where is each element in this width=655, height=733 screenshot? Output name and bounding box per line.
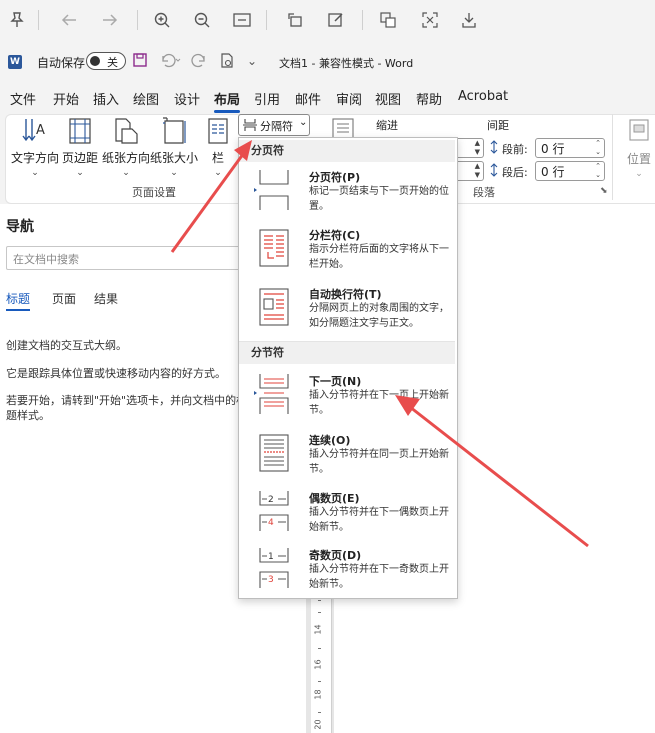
- even-page-section-icon: 24: [258, 491, 290, 531]
- menu-item-text-wrapping-break[interactable]: 自动换行符(T) 分隔网页上的对象周围的文字，如分隔题注文字与正文。: [239, 281, 455, 337]
- spacing-label: 间距: [487, 119, 509, 132]
- section-section-breaks: 分节符: [239, 342, 455, 364]
- spacing-before-input[interactable]: 0 行 ⌃ ⌄: [535, 138, 605, 158]
- svg-text:2: 2: [268, 495, 274, 505]
- tab-help[interactable]: 帮助: [416, 89, 442, 108]
- spacing-before-label: 段前:: [502, 143, 528, 156]
- active-tab-indicator: [214, 110, 240, 113]
- nav-tab-results[interactable]: 结果: [94, 290, 118, 307]
- continuous-section-icon: [258, 433, 290, 473]
- column-break-icon: [258, 228, 290, 268]
- group-paragraph-label: 段落: [473, 186, 495, 199]
- save-icon[interactable]: [133, 53, 147, 70]
- ruler-number: 16: [313, 659, 323, 670]
- svg-text:A: A: [36, 123, 45, 138]
- text-wrapping-icon: [258, 287, 290, 327]
- spacing-before-icon: [489, 140, 499, 157]
- screenshot-icon[interactable]: [418, 8, 442, 32]
- menu-item-continuous[interactable]: 连续(O) 插入分节符并在同一页上开始新节。: [239, 427, 455, 483]
- zoom-in-icon[interactable]: [150, 8, 174, 32]
- navigation-title: 导航: [6, 219, 34, 235]
- odd-page-section-icon: 13: [258, 548, 290, 588]
- menu-item-column-break[interactable]: 分栏符(C) 指示分栏符后面的文字将从下一栏开始。: [239, 222, 455, 278]
- rotate-icon[interactable]: [283, 8, 307, 32]
- menu-item-page-break[interactable]: 分页符(P) 标记一页结束与下一页开始的位置。: [239, 164, 455, 220]
- paper-size-button[interactable]: 纸张大小 ⌄: [150, 117, 198, 178]
- back-arrow-icon[interactable]: [57, 8, 81, 32]
- nav-help-text-2: 它是跟踪具体位置或快速移动内容的好方式。: [6, 367, 226, 380]
- section-page-breaks: 分页符: [239, 140, 455, 162]
- document-title: 文档1 - 兼容性模式 - Word: [279, 57, 414, 70]
- customize-toolbar-icon[interactable]: ⌄: [247, 54, 257, 68]
- svg-text:1: 1: [268, 552, 274, 562]
- translate-icon[interactable]: [376, 8, 400, 32]
- indent-right-input[interactable]: ▲ ▼: [456, 161, 484, 181]
- svg-text:3: 3: [268, 575, 274, 585]
- menu-item-odd-page[interactable]: 13 奇数页(D) 插入分节符并在下一奇数页上开始新节。: [239, 542, 455, 598]
- tab-draw[interactable]: 绘图: [133, 89, 159, 108]
- tab-acrobat[interactable]: Acrobat: [458, 89, 508, 104]
- ruler-number: 18: [313, 689, 323, 700]
- margins-icon: [67, 117, 93, 145]
- menu-item-even-page[interactable]: 24 偶数页(E) 插入分节符并在下一偶数页上开始新节。: [239, 485, 455, 541]
- zoom-out-icon[interactable]: [190, 8, 214, 32]
- position-button[interactable]: 位置 ⌄: [622, 118, 655, 179]
- menu-item-next-page[interactable]: 下一页(N) 插入分节符并在下一页上开始新节。: [239, 368, 455, 424]
- breaks-button[interactable]: 分隔符 ⌄: [238, 114, 310, 136]
- indent-label: 缩进: [376, 119, 398, 132]
- nav-tab-indicator: [6, 309, 30, 311]
- tab-view[interactable]: 视图: [375, 89, 401, 108]
- redo-icon[interactable]: [191, 53, 207, 70]
- chevron-down-icon: ⌄: [299, 117, 308, 128]
- svg-text:4: 4: [268, 518, 274, 528]
- tab-design[interactable]: 设计: [174, 89, 200, 108]
- columns-button[interactable]: 栏 ⌄: [204, 117, 232, 178]
- orientation-icon: [113, 117, 139, 145]
- ruler-number: 20: [313, 719, 323, 730]
- text-direction-icon: A: [22, 117, 48, 145]
- edit-icon[interactable]: [324, 8, 348, 32]
- spacing-after-label: 段后:: [502, 166, 528, 179]
- tab-references[interactable]: 引用: [254, 89, 280, 108]
- margins-button[interactable]: 页边距 ⌄: [62, 117, 98, 178]
- indent-left-input[interactable]: ▲ ▼: [456, 138, 484, 158]
- tab-layout[interactable]: 布局: [214, 89, 240, 108]
- autosave-toggle[interactable]: 关: [86, 52, 126, 70]
- spacing-after-input[interactable]: 0 行 ⌃ ⌄: [535, 161, 605, 181]
- tab-review[interactable]: 审阅: [336, 89, 362, 108]
- forward-arrow-icon[interactable]: [98, 8, 122, 32]
- next-page-section-icon: [254, 374, 290, 414]
- word-app-icon: W: [8, 55, 22, 69]
- download-icon[interactable]: [457, 8, 481, 32]
- fit-page-icon[interactable]: [230, 8, 254, 32]
- autosave-label: 自动保存: [37, 56, 86, 70]
- breaks-dropdown-menu: 分页符 分页符(P) 标记一页结束与下一页开始的位置。 分栏符(C) 指示分栏符…: [238, 137, 458, 599]
- quick-toolbar: [0, 0, 655, 41]
- page-break-icon: [254, 170, 290, 210]
- print-preview-icon[interactable]: [220, 53, 234, 71]
- tab-insert[interactable]: 插入: [93, 89, 119, 108]
- paper-size-icon: [161, 117, 187, 145]
- orientation-button[interactable]: 纸张方向 ⌄: [102, 117, 150, 178]
- undo-icon[interactable]: [160, 53, 181, 70]
- nav-help-text-3: 若要开始，请转到"开始"选项卡，并向文档中的标: [6, 394, 248, 407]
- breaks-icon: [243, 118, 257, 135]
- nav-help-text-4: 题样式。: [6, 409, 50, 422]
- pin-icon[interactable]: [5, 8, 29, 32]
- text-direction-button[interactable]: A 文字方向 ⌄: [11, 117, 59, 178]
- nav-tab-headings[interactable]: 标题: [6, 290, 30, 307]
- ruler-number: 14: [313, 624, 323, 635]
- tab-mailings[interactable]: 邮件: [295, 89, 321, 108]
- paragraph-dialog-launcher-icon[interactable]: ⬊: [600, 186, 608, 196]
- columns-icon: [205, 117, 231, 145]
- spacing-after-icon: [489, 163, 499, 180]
- document-search-input[interactable]: 在文档中搜索: [6, 246, 246, 270]
- nav-help-text-1: 创建文档的交互式大纲。: [6, 339, 127, 352]
- group-page-setup-label: 页面设置: [132, 186, 176, 199]
- position-icon: [626, 118, 652, 146]
- tab-home[interactable]: 开始: [53, 89, 79, 108]
- nav-tab-pages[interactable]: 页面: [52, 290, 76, 307]
- tab-file[interactable]: 文件: [10, 89, 36, 108]
